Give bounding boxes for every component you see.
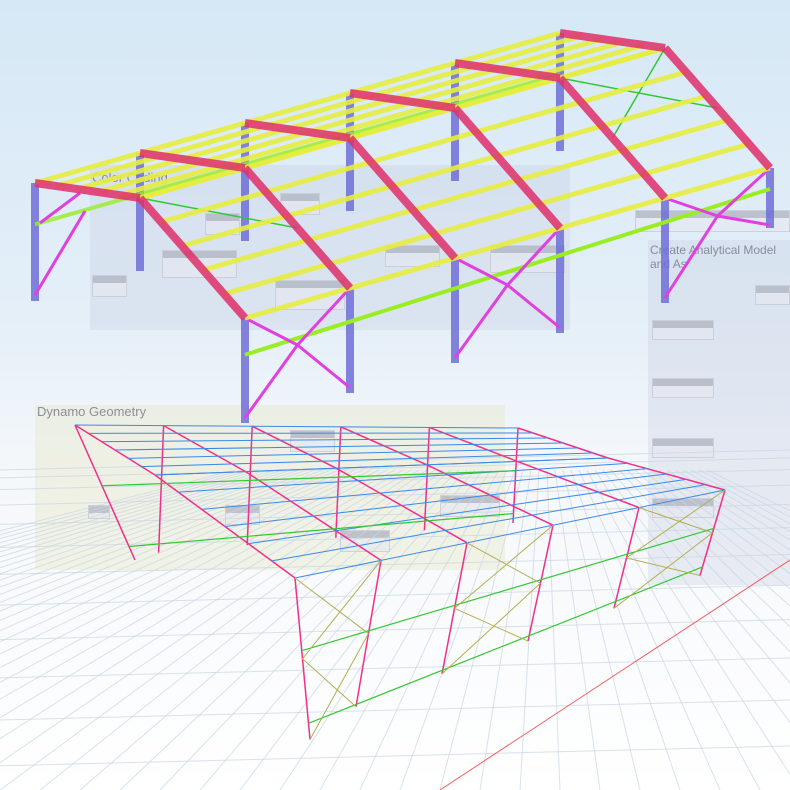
steel-brace <box>243 344 299 419</box>
grid-line <box>0 745 790 767</box>
steel-purlin <box>160 69 687 225</box>
grid-line <box>0 469 396 683</box>
grid-line <box>610 469 790 684</box>
grid-line <box>690 469 790 525</box>
steel-brace <box>506 283 561 329</box>
wire-purlin <box>74 424 519 429</box>
steel-purlin <box>97 39 624 195</box>
wire-brace <box>638 507 713 534</box>
wire-purlin <box>101 437 549 443</box>
grid-line <box>586 469 761 790</box>
steel-rafter <box>136 195 249 321</box>
steel-rafter <box>346 135 459 261</box>
steel-purlin <box>202 117 729 273</box>
steel-rafter <box>661 45 774 171</box>
grid-line <box>578 469 721 790</box>
steel-brace <box>296 343 351 389</box>
grid-line <box>0 469 380 655</box>
wire-brace <box>302 560 382 660</box>
steel-rafter <box>556 75 669 201</box>
steel-purlin <box>139 45 666 201</box>
grid-line <box>602 469 790 723</box>
wire-brace <box>626 557 701 576</box>
grid-line <box>0 584 790 606</box>
grid-line <box>439 469 524 790</box>
wire-brace <box>454 607 529 642</box>
grid-line <box>554 469 601 790</box>
wire-purlin <box>114 442 564 451</box>
steel-brace <box>717 214 771 227</box>
steel-girt <box>34 72 561 227</box>
grid-line <box>319 469 500 790</box>
steel-brace <box>244 316 299 347</box>
grid-line <box>0 469 790 491</box>
grid-line <box>546 469 561 790</box>
steel-brace <box>663 215 719 299</box>
grid-line <box>666 469 790 551</box>
steel-purlin <box>244 165 771 321</box>
wire-brace <box>613 532 713 609</box>
wire-brace <box>302 658 357 708</box>
grid-line <box>0 469 420 740</box>
grid-line <box>562 469 641 790</box>
grid-line <box>0 469 404 700</box>
steel-purlin <box>76 36 603 192</box>
grid-line <box>0 657 790 679</box>
wire-brace <box>294 577 369 634</box>
grid-line <box>0 469 372 643</box>
grid-line <box>119 469 460 790</box>
steel-rafter <box>451 105 564 231</box>
3d-viewport[interactable] <box>0 0 790 790</box>
steel-rafter <box>241 165 354 291</box>
wire-brace <box>466 542 541 584</box>
steel-brace <box>453 284 509 359</box>
grid-line <box>682 469 790 532</box>
